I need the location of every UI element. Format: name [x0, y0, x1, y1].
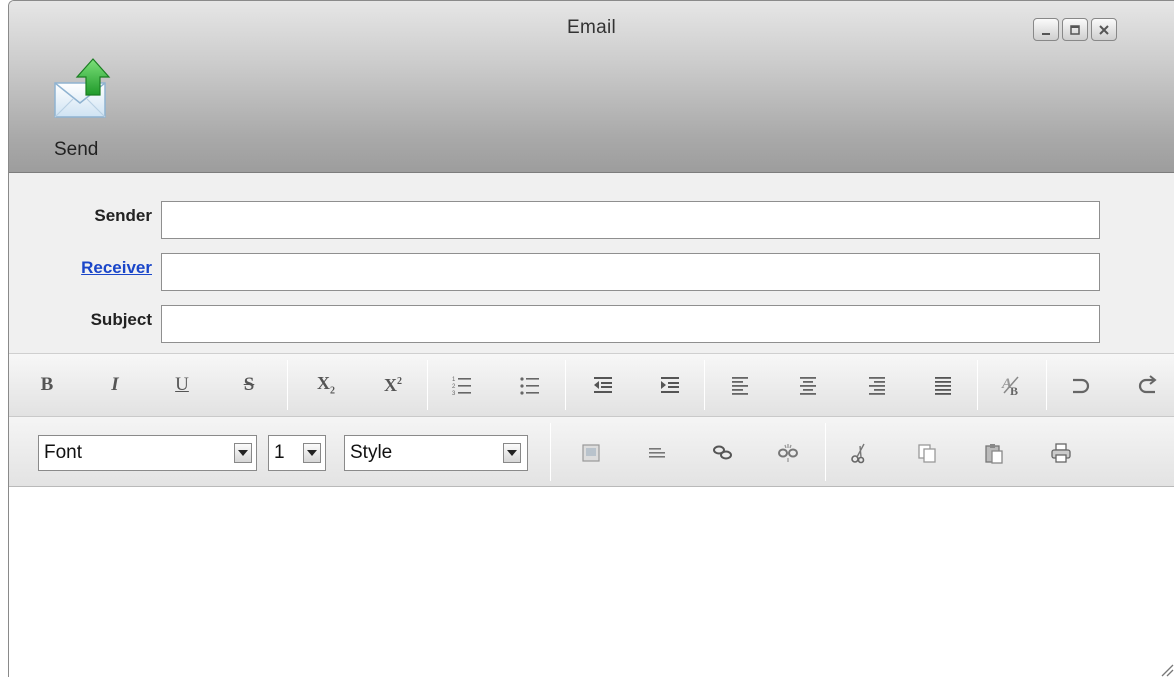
copy-button[interactable]: [910, 436, 944, 470]
redo-icon: [1138, 375, 1157, 394]
svg-text:2: 2: [452, 384, 456, 390]
email-form: Sender Receiver Subject: [9, 173, 1174, 354]
separator: [287, 360, 288, 410]
svg-text:1: 1: [452, 377, 456, 383]
superscript-button[interactable]: X2: [376, 368, 410, 402]
align-right-button[interactable]: [859, 368, 893, 402]
remove-format-icon: AB: [1001, 376, 1019, 397]
email-window: Email Send Sender Receiver Subject B I U…: [8, 0, 1174, 677]
style-select[interactable]: Style: [344, 435, 528, 471]
separator: [427, 360, 428, 410]
subject-field[interactable]: [161, 305, 1100, 343]
bold-icon: B: [40, 374, 54, 395]
paste-icon: [985, 444, 1003, 464]
send-button[interactable]: Send: [45, 55, 125, 165]
horizontal-rule-icon: [649, 448, 665, 458]
align-center-icon: [800, 377, 816, 395]
separator: [977, 360, 978, 410]
separator: [825, 423, 826, 481]
printer-icon: [1051, 443, 1071, 463]
svg-text:3: 3: [452, 391, 456, 396]
horizontal-rule-button[interactable]: [640, 436, 674, 470]
maximize-icon[interactable]: [1062, 18, 1088, 41]
send-email-icon: [54, 58, 111, 118]
chevron-down-icon: [503, 443, 521, 463]
remove-format-button[interactable]: AB: [995, 368, 1029, 402]
close-icon[interactable]: [1091, 18, 1117, 41]
insert-image-button[interactable]: [574, 436, 608, 470]
window-title: Email: [566, 17, 616, 38]
image-icon: [582, 444, 600, 462]
outdent-icon: [594, 377, 612, 393]
window-controls: [1033, 18, 1117, 41]
separator: [704, 360, 705, 410]
italic-icon: I: [111, 374, 119, 395]
indent-button[interactable]: [653, 368, 687, 402]
scissors-icon: [851, 443, 865, 464]
receiver-field[interactable]: [161, 253, 1100, 291]
separator: [565, 360, 566, 410]
resize-grip-icon[interactable]: [1156, 659, 1174, 677]
cut-button[interactable]: [843, 436, 877, 470]
link-icon: [713, 445, 732, 460]
undo-icon: [1073, 378, 1090, 394]
unlink-button[interactable]: [771, 436, 805, 470]
indent-icon: [661, 377, 679, 393]
subscript-button[interactable]: X2: [309, 368, 343, 402]
bold-button[interactable]: B: [30, 368, 64, 402]
ordered-list-icon: 123: [452, 377, 471, 396]
underline-button[interactable]: U: [165, 368, 199, 402]
unlink-icon: [778, 444, 798, 462]
format-toolbar-2: Font 1 Style: [9, 417, 1174, 487]
font-select-value: Font: [44, 442, 83, 463]
subject-label: Subject: [90, 310, 152, 329]
strikethrough-button[interactable]: S: [232, 368, 266, 402]
redo-button[interactable]: [1130, 368, 1164, 402]
print-button[interactable]: [1044, 436, 1078, 470]
align-left-icon: [732, 377, 748, 395]
font-select[interactable]: Font: [38, 435, 257, 471]
message-body-editor[interactable]: [9, 488, 1174, 677]
outdent-button[interactable]: [586, 368, 620, 402]
sender-label: Sender: [94, 206, 152, 225]
subscript-icon: X2: [317, 373, 335, 397]
underline-icon: U: [175, 374, 189, 395]
minimize-icon[interactable]: [1033, 18, 1059, 41]
align-right-icon: [869, 377, 885, 395]
style-select-value: Style: [350, 442, 393, 463]
undo-button[interactable]: [1063, 368, 1097, 402]
unordered-list-button[interactable]: [513, 368, 547, 402]
separator: [550, 423, 551, 481]
unordered-list-icon: [520, 377, 539, 395]
format-toolbar: B I U S X2 X2 123 A B: [9, 354, 1174, 417]
link-button[interactable]: [706, 436, 740, 470]
justify-icon: [935, 377, 951, 395]
size-select-value: 1: [274, 442, 285, 463]
align-left-button[interactable]: [724, 368, 758, 402]
align-center-button[interactable]: [791, 368, 825, 402]
italic-button[interactable]: I: [98, 368, 132, 402]
separator: [1046, 360, 1047, 410]
window-header: Email Send: [9, 1, 1174, 173]
send-label: Send: [54, 139, 99, 160]
size-select[interactable]: 1: [268, 435, 326, 471]
sender-field[interactable]: [161, 201, 1100, 239]
chevron-down-icon: [234, 443, 252, 463]
receiver-link[interactable]: Receiver: [9, 258, 152, 278]
paste-button[interactable]: [977, 436, 1011, 470]
copy-icon: [918, 444, 936, 463]
superscript-icon: X2: [384, 374, 402, 395]
strikethrough-icon: S: [243, 374, 255, 395]
ordered-list-button[interactable]: 123: [445, 368, 479, 402]
chevron-down-icon: [303, 443, 321, 463]
justify-button[interactable]: [926, 368, 960, 402]
svg-text:B: B: [1010, 384, 1018, 397]
